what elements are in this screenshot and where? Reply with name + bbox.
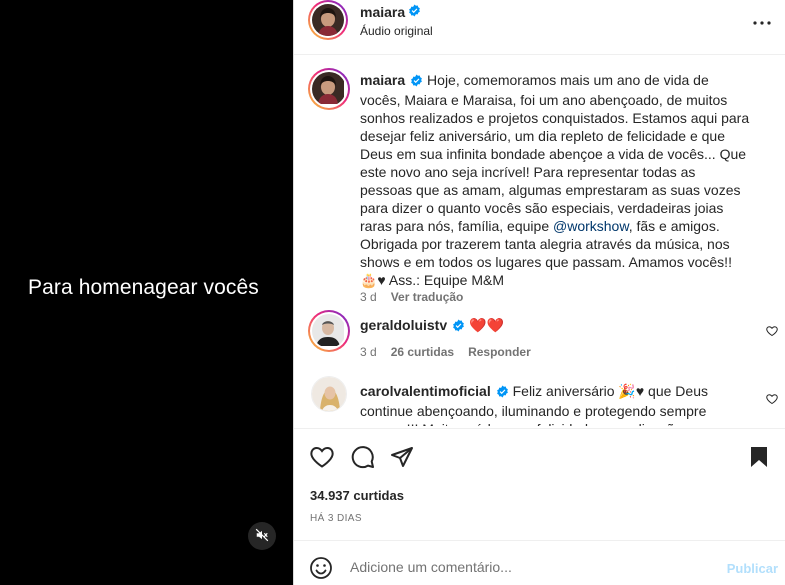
reply-button[interactable]: Responder [468,345,531,359]
comment-icon [351,445,375,472]
emoji-icon [309,557,333,583]
comment-button[interactable] [350,445,376,471]
send-icon [390,445,414,472]
comment-input[interactable] [350,559,710,575]
caption-avatar[interactable] [308,68,350,110]
post-date[interactable]: HÁ 3 DIAS [310,513,362,524]
like-count-label: curtidas [353,488,404,503]
more-horizontal-icon [753,12,771,28]
like-count[interactable]: 34.937 curtidas [310,488,404,503]
comment-username[interactable]: carolvalentimoficial [360,383,491,399]
comment-meta: 3 d 26 curtidas Responder [360,345,531,359]
save-button[interactable] [746,445,772,471]
share-button[interactable] [389,445,415,471]
heart-icon [310,446,334,471]
more-options-button[interactable] [750,10,774,30]
comment-like-button[interactable] [766,392,778,408]
verified-badge-icon [408,4,421,20]
comment-time[interactable]: 3 d [360,345,377,359]
caption-text: maiara Hoje, comemoramos mais um ano de … [360,71,750,289]
emoji-button[interactable] [309,556,333,583]
post-header: maiara Áudio original [294,0,785,55]
post-panel: maiara Áudio original maiara Hoje, comem… [293,0,785,585]
comment-body: ❤️❤️ [469,317,504,333]
verified-badge-icon [496,384,509,402]
mute-button[interactable] [248,522,276,550]
heart-icon [766,324,778,340]
comment-like-button[interactable] [766,324,778,340]
like-button[interactable] [309,445,335,471]
caption-time[interactable]: 3 d [360,290,377,304]
comment-username[interactable]: geraldoluistv [360,317,447,333]
header-username[interactable]: maiara [360,4,405,20]
speaker-muted-icon [255,528,269,545]
comment-text: carolvalentimoficial Feliz aniversário 🎉… [360,382,750,426]
video-caption: Para homenagear vocês [28,276,259,299]
action-bar: 34.937 curtidas HÁ 3 DIAS [294,428,785,528]
caption-body-1: Hoje, comemoramos mais um ano de vida de… [360,72,750,234]
caption-meta: 3 d Ver tradução [360,290,463,304]
add-comment-bar: Publicar [294,540,785,585]
avatar[interactable] [308,0,348,40]
publish-button[interactable]: Publicar [727,561,778,576]
comment-text: geraldoluistv ❤️❤️ [360,316,750,336]
bookmark-icon [749,446,769,471]
heart-icon [766,392,778,408]
like-count-number: 34.937 [310,488,350,503]
verified-badge-icon [410,73,423,91]
mention-link[interactable]: @workshow [553,218,629,234]
comment-avatar[interactable] [311,376,347,412]
see-translation-button[interactable]: Ver tradução [391,290,464,304]
comment-avatar[interactable] [308,310,350,352]
audio-link[interactable]: Áudio original [360,24,433,38]
video-player[interactable]: Para homenagear vocês [0,0,293,585]
caption-username[interactable]: maiara [360,72,405,88]
verified-badge-icon [452,318,465,336]
comment-likes[interactable]: 26 curtidas [391,345,454,359]
comments-list[interactable]: maiara Hoje, comemoramos mais um ano de … [294,56,785,428]
